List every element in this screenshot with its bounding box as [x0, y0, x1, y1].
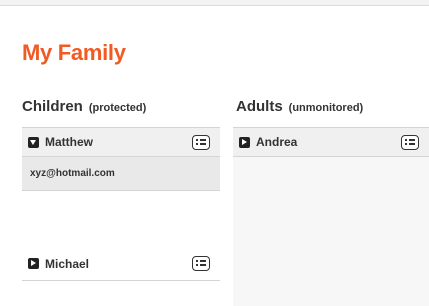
children-list: Matthew xyz@hotmail.com Michael — [22, 127, 220, 281]
list-details-icon[interactable] — [192, 135, 210, 150]
caret-right-icon[interactable] — [239, 136, 250, 148]
page-title: My Family — [22, 40, 126, 65]
caret-down-icon[interactable] — [28, 136, 39, 148]
adults-list-background — [233, 157, 429, 306]
adults-subheading: (unmonitored) — [288, 102, 364, 114]
child-row-matthew[interactable]: Matthew — [22, 127, 220, 157]
child-email: xyz@hotmail.com — [30, 168, 115, 179]
child-name: Michael — [45, 256, 90, 271]
children-heading: Children (protected) — [22, 98, 146, 115]
children-heading-label: Children — [22, 98, 83, 115]
list-details-icon[interactable] — [401, 135, 419, 150]
adult-name: Andrea — [256, 135, 298, 149]
adult-row-andrea[interactable]: Andrea — [233, 127, 429, 157]
list-details-icon[interactable] — [192, 256, 210, 271]
adults-heading-label: Adults — [236, 98, 283, 115]
caret-right-icon[interactable] — [28, 258, 39, 269]
child-name: Matthew — [45, 135, 93, 149]
child-row-michael[interactable]: Michael — [22, 247, 220, 281]
adults-heading: Adults (unmonitored) — [236, 98, 363, 115]
children-subheading: (protected) — [88, 102, 147, 114]
adults-list: Andrea — [233, 127, 429, 157]
child-email-row: xyz@hotmail.com — [22, 157, 220, 191]
